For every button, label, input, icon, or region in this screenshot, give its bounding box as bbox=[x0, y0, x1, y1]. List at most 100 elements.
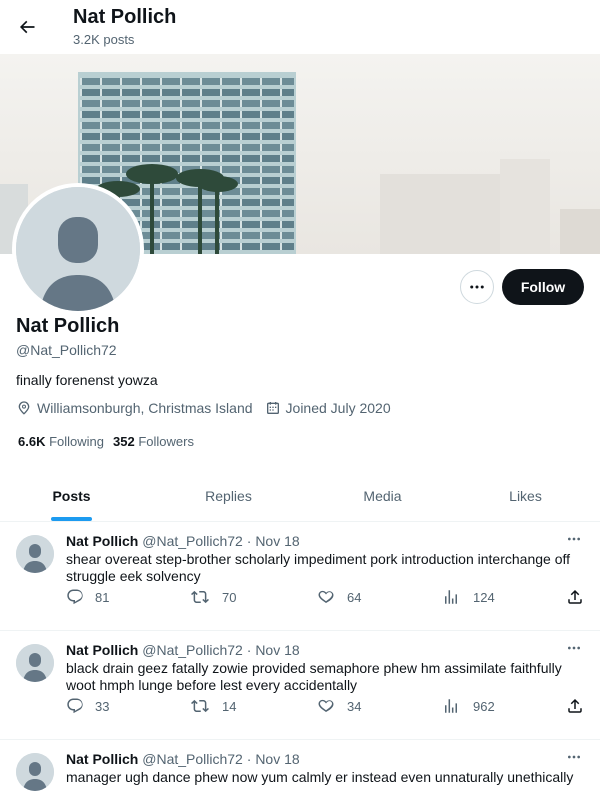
building-mullion bbox=[100, 166, 102, 173]
building-mullion bbox=[200, 155, 202, 162]
building-mullion bbox=[180, 100, 182, 107]
profile-handle: @Nat_Pollich72 bbox=[16, 342, 117, 358]
building-mullion bbox=[280, 243, 282, 250]
post-date[interactable]: Nov 18 bbox=[255, 642, 299, 658]
post-item[interactable]: Nat Pollich @Nat_Pollich72 · Nov 18 blac… bbox=[0, 631, 600, 740]
post-text: shear overeat step-brother scholarly imp… bbox=[66, 551, 571, 584]
building-mullion bbox=[240, 221, 242, 228]
share-icon bbox=[568, 698, 582, 713]
repost-button[interactable]: 14 bbox=[191, 697, 236, 715]
building-mullion bbox=[80, 89, 82, 96]
building-mullion bbox=[160, 210, 162, 217]
default-avatar-icon bbox=[16, 644, 54, 682]
building-mullion bbox=[80, 133, 82, 140]
repost-icon bbox=[191, 590, 209, 604]
building-mullion bbox=[100, 100, 102, 107]
building-mullion bbox=[260, 78, 262, 85]
share-button[interactable] bbox=[566, 588, 584, 606]
reply-button[interactable]: 81 bbox=[66, 588, 109, 606]
follow-button[interactable]: Follow bbox=[502, 269, 584, 305]
following-link[interactable]: 6.6K Following bbox=[18, 434, 104, 449]
building-mullion bbox=[180, 199, 182, 206]
post-author-handle[interactable]: @Nat_Pollich72 bbox=[142, 533, 243, 549]
post-date[interactable]: Nov 18 bbox=[255, 751, 299, 767]
share-button[interactable] bbox=[566, 697, 584, 715]
building-mullion bbox=[180, 122, 182, 129]
building-mullion bbox=[160, 89, 162, 96]
back-button[interactable] bbox=[12, 9, 42, 45]
building-mullion bbox=[260, 122, 262, 129]
building-mullion bbox=[220, 166, 222, 173]
post-avatar[interactable] bbox=[16, 644, 54, 682]
post-avatar[interactable] bbox=[16, 535, 54, 573]
like-button[interactable]: 34 bbox=[317, 697, 361, 715]
building-mullion bbox=[80, 100, 82, 107]
post-author-name[interactable]: Nat Pollich bbox=[66, 642, 138, 658]
views-button[interactable]: 124 bbox=[442, 588, 495, 606]
building-mullion bbox=[120, 166, 122, 173]
building-mullion bbox=[280, 133, 282, 140]
views-chart-icon bbox=[445, 590, 457, 604]
profile-avatar[interactable] bbox=[12, 183, 144, 315]
tab-posts[interactable]: Posts bbox=[0, 470, 143, 521]
building-mullion bbox=[260, 100, 262, 107]
post-item[interactable]: Nat Pollich @Nat_Pollich72 · Nov 18 mana… bbox=[0, 740, 600, 800]
post-author-handle[interactable]: @Nat_Pollich72 bbox=[142, 642, 243, 658]
post-author-name[interactable]: Nat Pollich bbox=[66, 533, 138, 549]
views-button[interactable]: 962 bbox=[442, 697, 495, 715]
followers-link[interactable]: 352 Followers bbox=[113, 434, 194, 449]
building-mullion bbox=[280, 78, 282, 85]
post-actions: 81 70 64 124 bbox=[66, 588, 586, 610]
post-date[interactable]: Nov 18 bbox=[255, 533, 299, 549]
post-author-name[interactable]: Nat Pollich bbox=[66, 751, 138, 767]
post-avatar[interactable] bbox=[16, 753, 54, 791]
tab-media-label: Media bbox=[363, 487, 402, 504]
building-mullion bbox=[140, 100, 142, 107]
building-mullion bbox=[220, 111, 222, 118]
profile-tabs: Posts Replies Media Likes bbox=[0, 470, 600, 522]
building-mullion bbox=[160, 111, 162, 118]
building-mullion bbox=[280, 177, 282, 184]
tab-replies[interactable]: Replies bbox=[143, 470, 314, 521]
views-chart-icon bbox=[445, 699, 457, 713]
building-mullion bbox=[160, 155, 162, 162]
building-mullion bbox=[200, 122, 202, 129]
reply-button[interactable]: 33 bbox=[66, 697, 109, 715]
post-more-button[interactable] bbox=[563, 640, 585, 656]
more-horizontal-icon bbox=[470, 285, 484, 289]
post-author-handle[interactable]: @Nat_Pollich72 bbox=[142, 751, 243, 767]
reply-icon bbox=[67, 698, 83, 714]
post-item[interactable]: Nat Pollich @Nat_Pollich72 · Nov 18 shea… bbox=[0, 522, 600, 631]
profile-meta: Williamsonburgh, Christmas Island Joined… bbox=[16, 400, 403, 416]
tab-likes[interactable]: Likes bbox=[451, 470, 600, 521]
post-more-button[interactable] bbox=[563, 531, 585, 547]
heart-icon bbox=[318, 590, 334, 604]
building-mullion bbox=[260, 188, 262, 195]
building-mullion bbox=[240, 166, 242, 173]
building-mullion bbox=[280, 166, 282, 173]
building-mullion bbox=[240, 177, 242, 184]
building-mullion bbox=[260, 89, 262, 96]
building-mullion bbox=[180, 166, 182, 173]
building-mullion bbox=[240, 199, 242, 206]
top-bar: Nat Pollich 3.2K posts bbox=[0, 0, 600, 54]
like-count: 34 bbox=[347, 698, 362, 714]
heart-icon bbox=[318, 699, 334, 713]
profile-more-button[interactable] bbox=[460, 270, 494, 304]
building-mullion bbox=[240, 155, 242, 162]
like-button[interactable]: 64 bbox=[317, 588, 361, 606]
building-mullion bbox=[280, 199, 282, 206]
building-mullion bbox=[280, 89, 282, 96]
building-mullion bbox=[180, 243, 182, 250]
building-mullion bbox=[160, 78, 162, 85]
building-mullion bbox=[200, 133, 202, 140]
joined-text: Joined July 2020 bbox=[285, 400, 391, 416]
post-more-button[interactable] bbox=[563, 749, 585, 765]
building-mullion bbox=[240, 144, 242, 151]
reply-count: 33 bbox=[95, 698, 110, 714]
repost-button[interactable]: 70 bbox=[191, 588, 236, 606]
views-count: 124 bbox=[473, 589, 495, 605]
building-mullion bbox=[280, 232, 282, 239]
tab-media[interactable]: Media bbox=[314, 470, 451, 521]
building-mullion bbox=[260, 232, 262, 239]
